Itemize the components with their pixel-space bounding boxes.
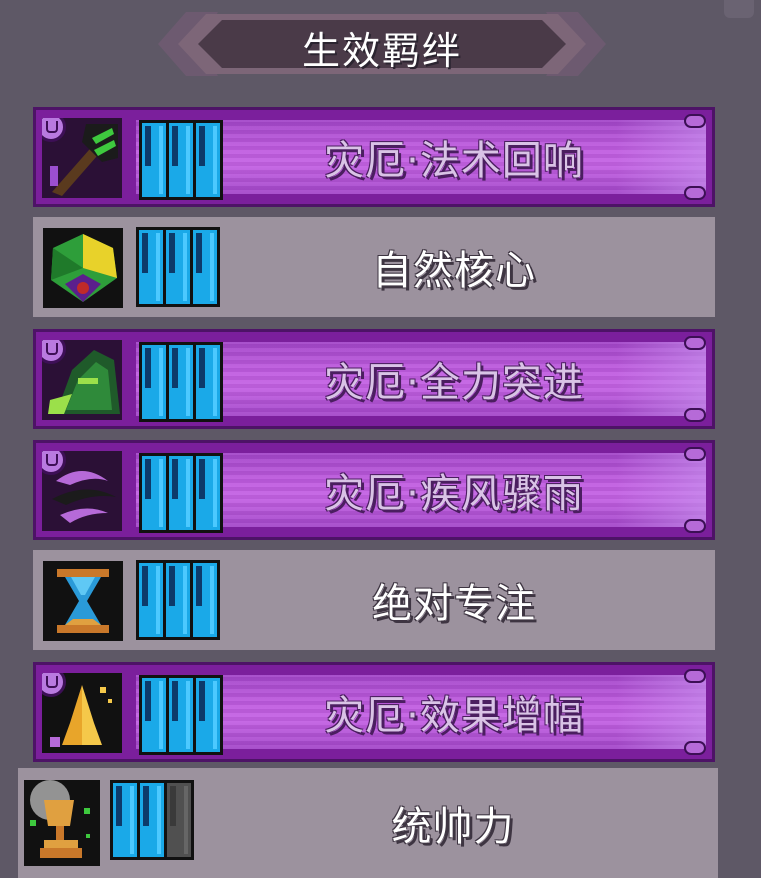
curse-corner-ornament xyxy=(684,519,706,533)
bond-row-leadership[interactable]: 统帅力 xyxy=(18,768,718,878)
wind-swirl-icon xyxy=(42,451,122,531)
bond-name: 灾厄·全力突进 xyxy=(324,360,584,406)
curse-corner-ornament xyxy=(684,669,706,683)
golden-trophy-icon xyxy=(24,780,100,866)
curse-corner-ornament xyxy=(684,408,706,422)
bond-row-effect-boost[interactable]: 灾厄·效果增幅 xyxy=(33,662,715,762)
hourglass-icon xyxy=(43,561,123,641)
bond-row-full-charge[interactable]: 灾厄·全力突进 xyxy=(33,329,715,429)
magic-staff-icon xyxy=(42,118,122,198)
nature-gem-icon xyxy=(43,228,123,308)
curse-corner-ornament xyxy=(684,741,706,755)
bond-name: 灾厄·效果增幅 xyxy=(324,693,584,739)
bond-row-absolute-focus[interactable]: 绝对专注 xyxy=(33,550,715,650)
bond-level-bars xyxy=(139,675,223,755)
bond-name: 统帅力 xyxy=(391,804,515,850)
top-right-tab xyxy=(724,0,754,18)
bond-level-bars xyxy=(139,453,223,533)
bond-row-spell-echo[interactable]: 灾厄·法术回响 xyxy=(33,107,715,207)
bond-level-bars xyxy=(136,227,220,307)
bond-row-nature-core[interactable]: 自然核心 xyxy=(33,217,715,317)
bond-name: 绝对专注 xyxy=(372,581,536,627)
curse-corner-ornament xyxy=(684,186,706,200)
bond-name: 自然核心 xyxy=(372,248,536,294)
bond-row-storm[interactable]: 灾厄·疾风骤雨 xyxy=(33,440,715,540)
green-beast-icon xyxy=(42,340,122,420)
panel-title: 生效羁绊 xyxy=(301,29,462,73)
bond-name: 灾厄·法术回响 xyxy=(324,138,584,184)
bond-level-bars xyxy=(110,780,194,860)
curse-corner-ornament xyxy=(684,336,706,350)
title-banner: 生效羁绊 xyxy=(158,4,606,84)
bond-level-bars xyxy=(139,342,223,422)
curse-corner-ornament xyxy=(684,114,706,128)
bond-level-bars xyxy=(136,560,220,640)
praying-hands-icon xyxy=(42,673,122,753)
bond-level-bars xyxy=(139,120,223,200)
bond-name: 灾厄·疾风骤雨 xyxy=(324,471,584,517)
curse-corner-ornament xyxy=(684,447,706,461)
